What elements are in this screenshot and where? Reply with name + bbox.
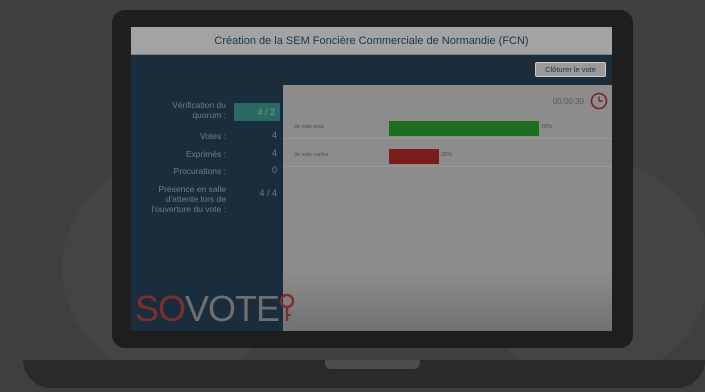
vote-row-pour: Je vote pour 75% bbox=[283, 119, 612, 139]
votes-label: Votes : bbox=[200, 131, 226, 141]
quorum-value: 4 / 2 bbox=[234, 103, 280, 121]
vote-percent: 25% bbox=[441, 152, 453, 158]
vote-row-contre: Je vote contre 25% bbox=[283, 147, 612, 167]
timer: 00:00:30 bbox=[552, 97, 584, 106]
vote-title-text: Création de la SEM Foncière Commerciale … bbox=[214, 34, 529, 47]
votes-value: 4 bbox=[271, 130, 277, 140]
quorum-label: Vérification du quorum : bbox=[172, 100, 226, 120]
close-vote-button[interactable]: Clôturer le vote bbox=[535, 62, 606, 77]
logo-part-so: SO bbox=[135, 288, 186, 329]
vote-screen: Création de la SEM Foncière Commerciale … bbox=[131, 27, 612, 331]
presence-label: Présence en salle d'attente lors de l'ou… bbox=[151, 184, 226, 214]
vote-title: Création de la SEM Foncière Commerciale … bbox=[131, 27, 612, 55]
key-icon bbox=[279, 293, 295, 321]
vote-bar-contre bbox=[389, 149, 439, 164]
sovote-logo: SOVOTE bbox=[135, 289, 295, 329]
exprimes-label: Exprimés : bbox=[185, 149, 226, 159]
results-fade bbox=[283, 271, 612, 331]
vote-bar-pour bbox=[389, 121, 539, 136]
logo-part-vote: VOTE bbox=[185, 288, 280, 329]
procurations-label: Procurations : bbox=[173, 166, 226, 176]
vote-option-label: Je vote contre bbox=[294, 152, 329, 158]
presence-value: 4 / 4 bbox=[259, 188, 277, 198]
laptop-notch bbox=[325, 360, 420, 369]
vote-percent: 75% bbox=[541, 124, 553, 130]
vote-option-label: Je vote pour bbox=[294, 124, 325, 130]
clock-icon bbox=[590, 92, 608, 110]
procurations-value: 0 bbox=[271, 165, 277, 175]
results-panel: 00:00:30 Je vote pour 75% Je vote contre… bbox=[283, 85, 612, 331]
exprimes-value: 4 bbox=[271, 148, 277, 158]
